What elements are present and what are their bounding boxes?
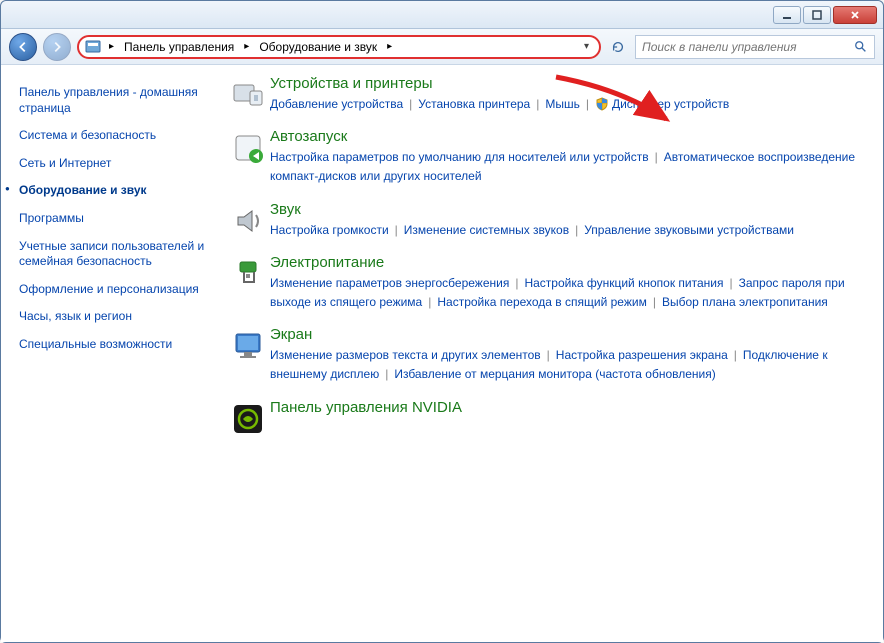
category-links: Настройка громкости|Изменение системных … — [270, 221, 867, 240]
category-link[interactable]: Настройка разрешения экрана — [556, 348, 728, 362]
category: Электропитание Изменение параметров энерг… — [226, 254, 867, 312]
category-links: Изменение размеров текста и других элеме… — [270, 346, 867, 384]
category-icon — [226, 128, 270, 186]
minimize-button[interactable] — [773, 6, 801, 24]
category-link[interactable]: Настройка перехода в спящий режим — [437, 295, 646, 309]
titlebar — [1, 1, 883, 29]
sidebar-item[interactable]: Оформление и персонализация — [19, 276, 208, 304]
category: Панель управления NVIDIA — [226, 399, 867, 437]
category: Автозапуск Настройка параметров по умолча… — [226, 128, 867, 186]
category-link[interactable]: Установка принтера — [418, 97, 530, 111]
category-title[interactable]: Панель управления NVIDIA — [270, 399, 867, 416]
sidebar-item[interactable]: Система и безопасность — [19, 122, 208, 150]
category: Звук Настройка громкости|Изменение систем… — [226, 201, 867, 240]
shield-icon — [595, 97, 609, 111]
search-box[interactable] — [635, 35, 875, 59]
category-link[interactable]: Настройка громкости — [270, 223, 389, 237]
sidebar-item[interactable]: Оборудование и звук — [19, 177, 208, 205]
category: Устройства и принтеры Добавление устройст… — [226, 75, 867, 114]
sidebar: Панель управления - домашняя страница Си… — [1, 65, 216, 642]
category-links: Настройка параметров по умолчанию для но… — [270, 148, 867, 186]
category-icon — [226, 254, 270, 312]
sidebar-item[interactable]: Программы — [19, 205, 208, 233]
body: Панель управления - домашняя страница Си… — [1, 65, 883, 642]
category-link[interactable]: Настройка параметров по умолчанию для но… — [270, 150, 649, 164]
category-title[interactable]: Автозапуск — [270, 128, 867, 145]
category-link[interactable]: Настройка функций кнопок питания — [524, 276, 723, 290]
category-link[interactable]: Диспетчер устройств — [612, 97, 729, 111]
maximize-button[interactable] — [803, 6, 831, 24]
breadcrumb-current[interactable]: Оборудование и звук — [257, 40, 379, 54]
sidebar-item[interactable]: Сеть и Интернет — [19, 150, 208, 178]
category-icon — [226, 75, 270, 114]
nav-forward-button[interactable] — [43, 33, 71, 61]
category-title[interactable]: Электропитание — [270, 254, 867, 271]
category-title[interactable]: Устройства и принтеры — [270, 75, 867, 92]
close-button[interactable] — [833, 6, 877, 24]
chevron-right-icon: ▸ — [105, 41, 118, 52]
category-link[interactable]: Управление звуковыми устройствами — [584, 223, 794, 237]
sidebar-item[interactable]: Специальные возможности — [19, 331, 208, 359]
category-link[interactable]: Мышь — [545, 97, 580, 111]
category: Экран Изменение размеров текста и других … — [226, 326, 867, 384]
category-icon — [226, 201, 270, 240]
sidebar-item[interactable]: Учетные записи пользователей и семейная … — [19, 233, 208, 276]
category-title[interactable]: Экран — [270, 326, 867, 343]
category-link[interactable]: Выбор плана электропитания — [662, 295, 828, 309]
content: Устройства и принтеры Добавление устройст… — [216, 65, 883, 642]
breadcrumb-root[interactable]: Панель управления — [122, 40, 236, 54]
address-dropdown-icon[interactable]: ▾ — [580, 41, 593, 52]
chevron-right-icon: ▸ — [383, 41, 396, 52]
nav-back-button[interactable] — [9, 33, 37, 61]
category-link[interactable]: Изменение параметров энергосбережения — [270, 276, 509, 290]
window: ▸ Панель управления ▸ Оборудование и зву… — [0, 0, 884, 643]
sidebar-item[interactable]: Часы, язык и регион — [19, 303, 208, 331]
category-link[interactable]: Добавление устройства — [270, 97, 403, 111]
category-icon — [226, 326, 270, 384]
category-link[interactable]: Изменение размеров текста и других элеме… — [270, 348, 541, 362]
chevron-right-icon: ▸ — [240, 41, 253, 52]
category-icon — [226, 399, 270, 437]
search-input[interactable] — [642, 40, 854, 54]
category-links: Добавление устройства|Установка принтера… — [270, 95, 867, 114]
sidebar-home[interactable]: Панель управления - домашняя страница — [19, 79, 208, 122]
category-link[interactable]: Изменение системных звуков — [404, 223, 569, 237]
category-links: Изменение параметров энергосбережения|На… — [270, 274, 867, 312]
category-title[interactable]: Звук — [270, 201, 867, 218]
toolbar: ▸ Панель управления ▸ Оборудование и зву… — [1, 29, 883, 65]
search-icon — [854, 40, 868, 54]
address-bar[interactable]: ▸ Панель управления ▸ Оборудование и зву… — [77, 35, 601, 59]
control-panel-icon — [85, 39, 101, 55]
category-link[interactable]: Избавление от мерцания монитора (частота… — [394, 367, 715, 381]
refresh-button[interactable] — [607, 36, 629, 58]
